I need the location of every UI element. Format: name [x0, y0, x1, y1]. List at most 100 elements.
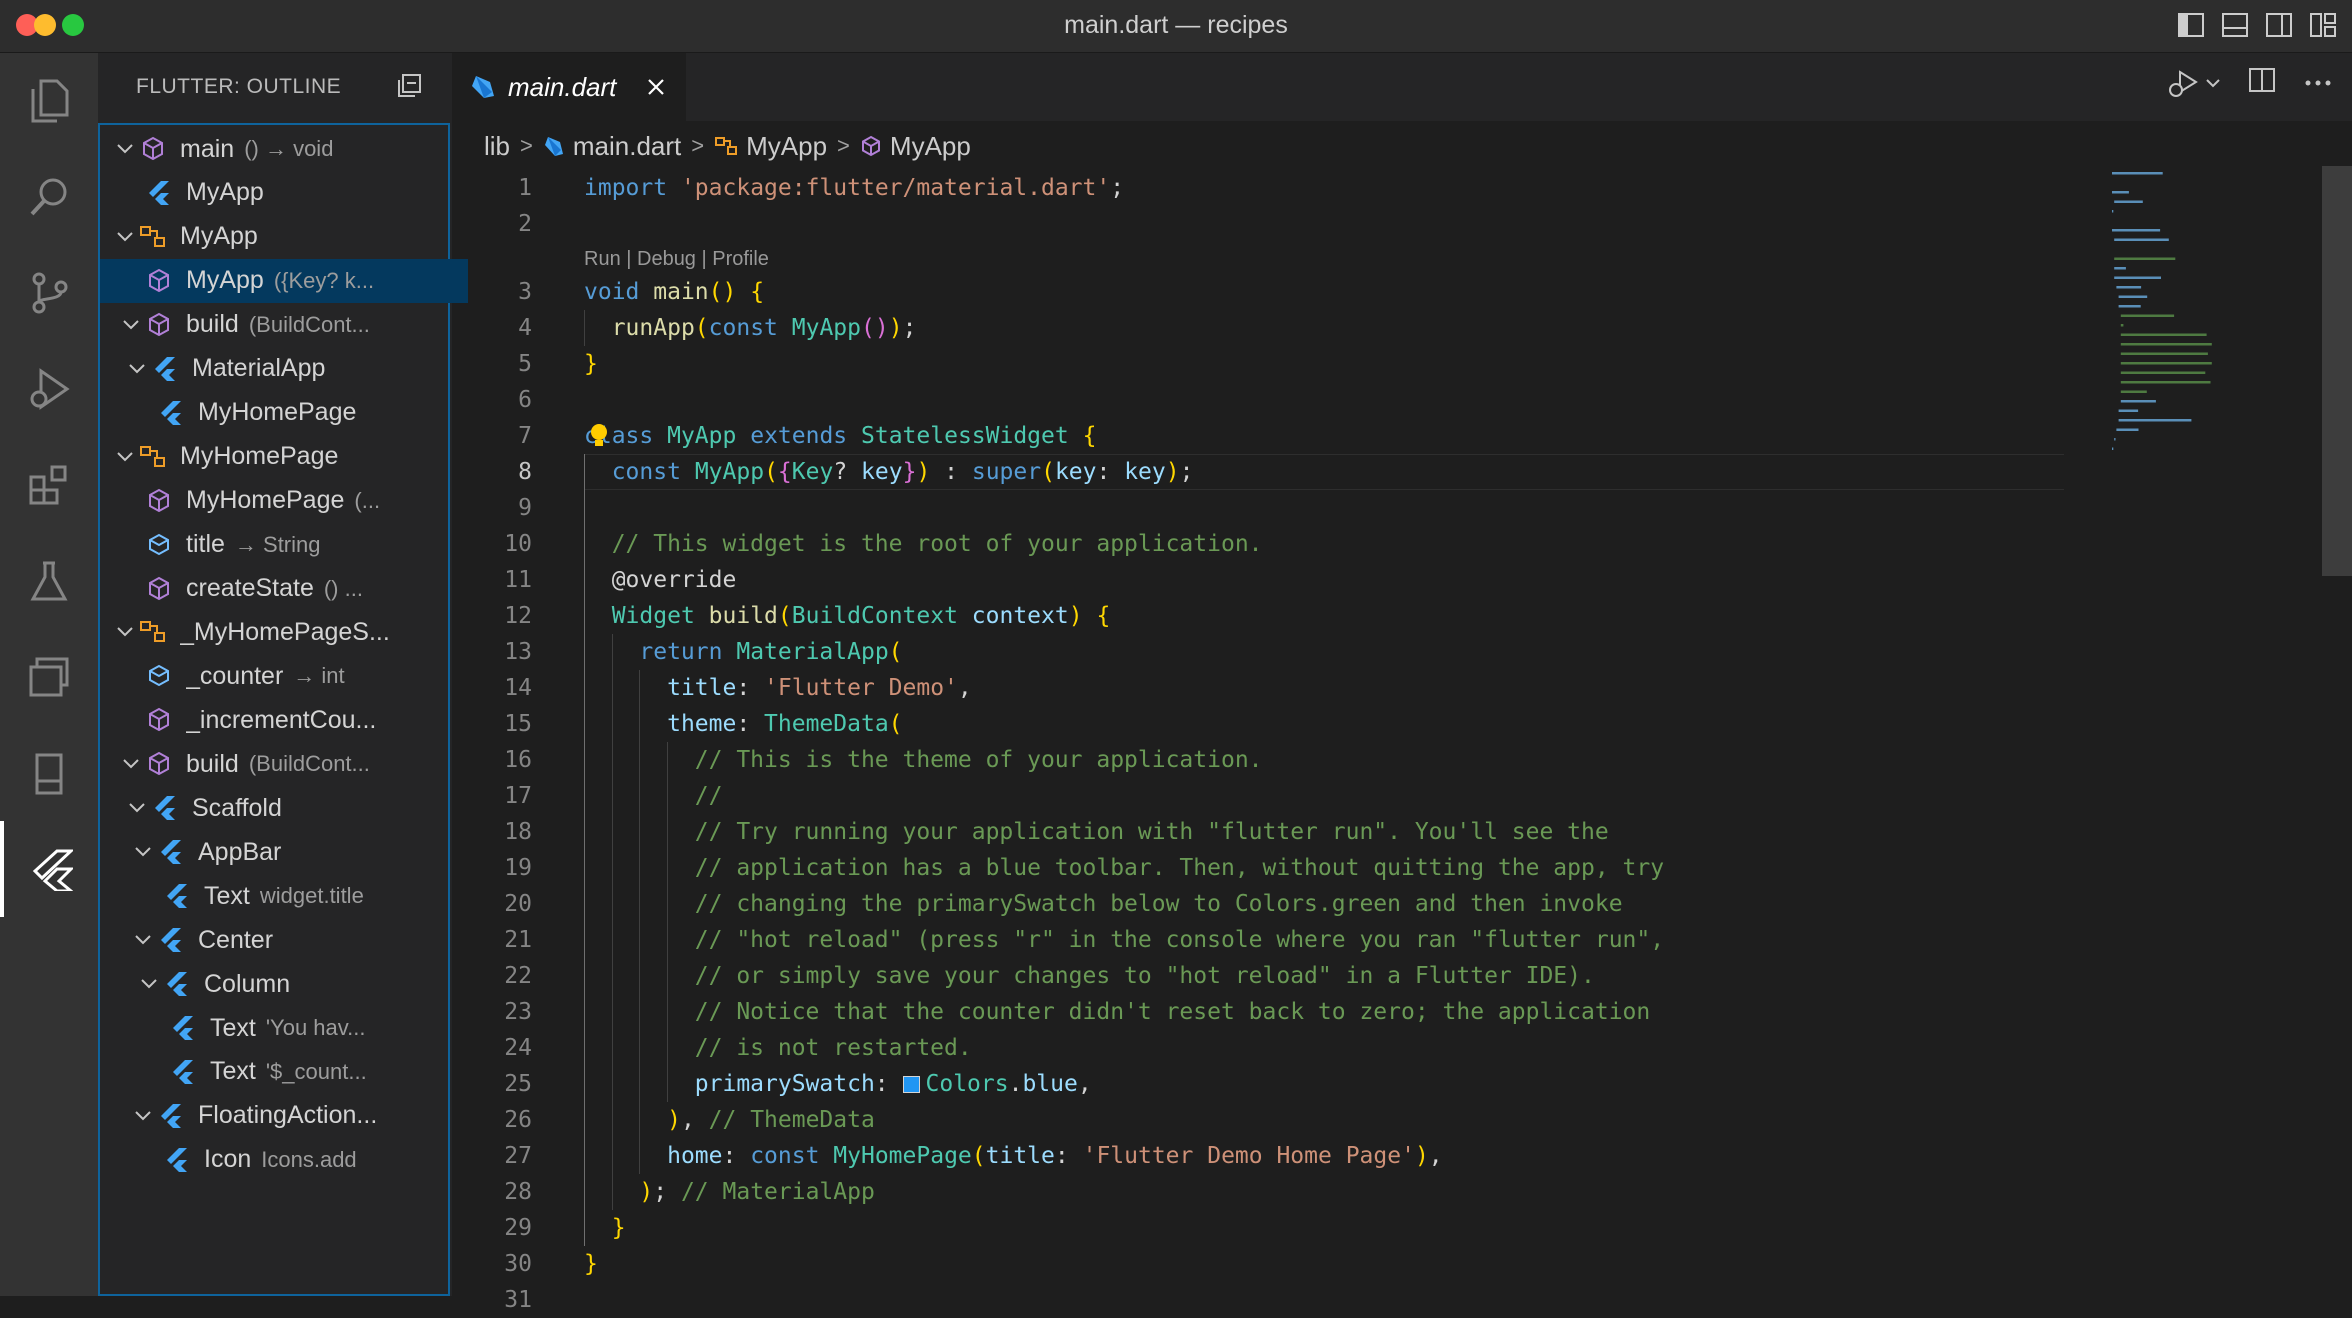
- outline-item[interactable]: MyApp: [100, 215, 462, 259]
- chevron-down-icon[interactable]: [112, 610, 138, 654]
- chevron-down-icon[interactable]: [130, 918, 156, 962]
- outline-item[interactable]: Center: [100, 918, 480, 962]
- code-line[interactable]: // is not restarted.: [584, 1030, 972, 1066]
- code-line[interactable]: }: [584, 346, 598, 382]
- breadcrumb-label: MyApp: [889, 130, 971, 161]
- lightbulb-icon[interactable]: [588, 422, 610, 455]
- minimap-line: [2112, 172, 2163, 175]
- outline-item[interactable]: MaterialApp: [100, 347, 474, 391]
- outline-item[interactable]: MyApp: [100, 171, 468, 215]
- outline-item[interactable]: build (BuildCont...: [100, 742, 468, 786]
- code-line[interactable]: import 'package:flutter/material.dart';: [584, 170, 1124, 206]
- outline-item[interactable]: MyApp ({Key? k...: [100, 258, 468, 303]
- chevron-down-icon[interactable]: [124, 786, 150, 830]
- outline-item[interactable]: main () → void: [100, 127, 462, 171]
- code-line[interactable]: // This widget is the root of your appli…: [584, 526, 1263, 562]
- code-line[interactable]: ); // MaterialApp: [584, 1174, 874, 1210]
- chevron-down-icon[interactable]: [112, 127, 138, 171]
- outline-item[interactable]: FloatingAction...: [100, 1094, 480, 1138]
- chevron-down-icon[interactable]: [118, 742, 144, 786]
- outline-item[interactable]: MyHomePage (...: [100, 479, 468, 523]
- chevron-down-icon[interactable]: [118, 303, 144, 347]
- outline-item[interactable]: createState () ...: [100, 567, 468, 611]
- line-number: 7: [518, 423, 532, 449]
- outline-item[interactable]: MyHomePage: [100, 391, 480, 435]
- close-tab-icon[interactable]: [646, 77, 666, 97]
- code-line[interactable]: return MaterialApp(: [584, 634, 902, 670]
- line-number: 21: [504, 927, 532, 953]
- code-line[interactable]: home: const MyHomePage(title: 'Flutter D…: [584, 1138, 1443, 1174]
- breadcrumb-lib[interactable]: lib: [484, 131, 510, 162]
- source-control-icon[interactable]: [0, 245, 98, 341]
- code-line[interactable]: primarySwatch: Colors.blue,: [584, 1066, 1092, 1102]
- outline-item[interactable]: _counter → int: [100, 654, 468, 698]
- toggle-primary-sidebar-icon[interactable]: [2174, 10, 2208, 40]
- outline-item[interactable]: AppBar: [100, 830, 480, 874]
- code-line[interactable]: Widget build(BuildContext context) {: [584, 598, 1111, 634]
- run-debug-icon[interactable]: [0, 341, 98, 437]
- outline-item[interactable]: Column: [100, 962, 486, 1006]
- code-line[interactable]: }: [584, 1210, 626, 1246]
- code-line[interactable]: void main() {: [584, 274, 764, 310]
- tab-main-dart[interactable]: main.dart: [452, 53, 686, 121]
- code-line[interactable]: ), // ThemeData: [584, 1102, 875, 1138]
- outline-item[interactable]: _MyHomePageS...: [100, 610, 462, 654]
- code-line[interactable]: // application has a blue toolbar. Then,…: [584, 850, 1664, 886]
- code-line[interactable]: // Try running your application with "fl…: [584, 814, 1609, 850]
- outline-item[interactable]: _incrementCou...: [100, 698, 468, 742]
- code-line[interactable]: title: 'Flutter Demo',: [584, 670, 972, 706]
- more-actions-icon[interactable]: [2304, 74, 2332, 92]
- code-line[interactable]: @override: [584, 562, 737, 598]
- remote-explorer-icon[interactable]: [0, 629, 98, 725]
- breadcrumb-class[interactable]: MyApp: [714, 131, 827, 162]
- sidebar-header: FLUTTER: OUTLINE: [98, 53, 452, 121]
- device-icon[interactable]: [0, 725, 98, 821]
- chevron-down-icon[interactable]: [130, 830, 156, 874]
- code-line[interactable]: class MyApp extends StatelessWidget {: [584, 418, 1096, 454]
- explorer-icon[interactable]: [0, 53, 98, 149]
- toggle-secondary-sidebar-icon[interactable]: [2262, 10, 2296, 40]
- outline-item[interactable]: build (BuildCont...: [100, 303, 468, 347]
- code-line[interactable]: // "hot reload" (press "r" in the consol…: [584, 922, 1664, 958]
- collapse-all-icon[interactable]: [396, 73, 422, 105]
- outline-item[interactable]: MyHomePage: [100, 435, 462, 479]
- outline-item[interactable]: Text 'You hav...: [100, 1006, 492, 1050]
- customize-layout-icon[interactable]: [2306, 10, 2340, 40]
- breadcrumb-file[interactable]: main.dart: [543, 131, 681, 162]
- search-icon[interactable]: [0, 149, 98, 245]
- code-line[interactable]: const MyApp({Key? key}) : super(key: key…: [584, 454, 1194, 490]
- code-line[interactable]: // changing the primarySwatch below to C…: [584, 886, 1623, 922]
- chevron-down-icon[interactable]: [136, 962, 162, 1006]
- run-debug-dropdown-icon[interactable]: [2166, 68, 2220, 98]
- code-line[interactable]: //: [584, 778, 723, 814]
- outline-item[interactable]: Scaffold: [100, 786, 474, 830]
- chevron-down-icon[interactable]: [112, 215, 138, 259]
- chevron-down-icon[interactable]: [124, 347, 150, 391]
- codelens-run-debug-profile[interactable]: Run | Debug | Profile: [584, 244, 769, 274]
- flutter-icon[interactable]: [0, 821, 98, 917]
- code-line[interactable]: // Notice that the counter didn't reset …: [584, 994, 1650, 1030]
- breadcrumb-method[interactable]: MyApp: [860, 131, 971, 162]
- extensions-icon[interactable]: [0, 437, 98, 533]
- outline-item[interactable]: Text '$_count...: [100, 1050, 492, 1094]
- outline-item[interactable]: title → String: [100, 523, 468, 567]
- code-editor[interactable]: Run | Debug | Profile 1 import 'package:fl…: [452, 166, 2352, 1313]
- code-line[interactable]: runApp(const MyApp());: [584, 310, 917, 346]
- toggle-panel-icon[interactable]: [2218, 10, 2252, 40]
- outline-item[interactable]: Text widget.title: [100, 874, 486, 918]
- minimap-line: [2120, 390, 2147, 393]
- split-editor-icon[interactable]: [2248, 67, 2276, 98]
- code-line[interactable]: theme: ThemeData(: [584, 706, 902, 742]
- code-line[interactable]: // or simply save your changes to "hot r…: [584, 958, 1595, 994]
- code-line[interactable]: // This is the theme of your application…: [584, 742, 1263, 778]
- minimap[interactable]: [2108, 166, 2276, 766]
- chevron-down-icon[interactable]: [130, 1094, 156, 1138]
- chevron-down-icon[interactable]: [112, 435, 138, 479]
- outline-item[interactable]: Icon Icons.add: [100, 1138, 486, 1182]
- editor-scrollbar[interactable]: [2322, 166, 2352, 576]
- testing-icon[interactable]: [0, 533, 98, 629]
- flutter-widget-icon: [150, 354, 180, 384]
- code-line[interactable]: }: [584, 1246, 598, 1282]
